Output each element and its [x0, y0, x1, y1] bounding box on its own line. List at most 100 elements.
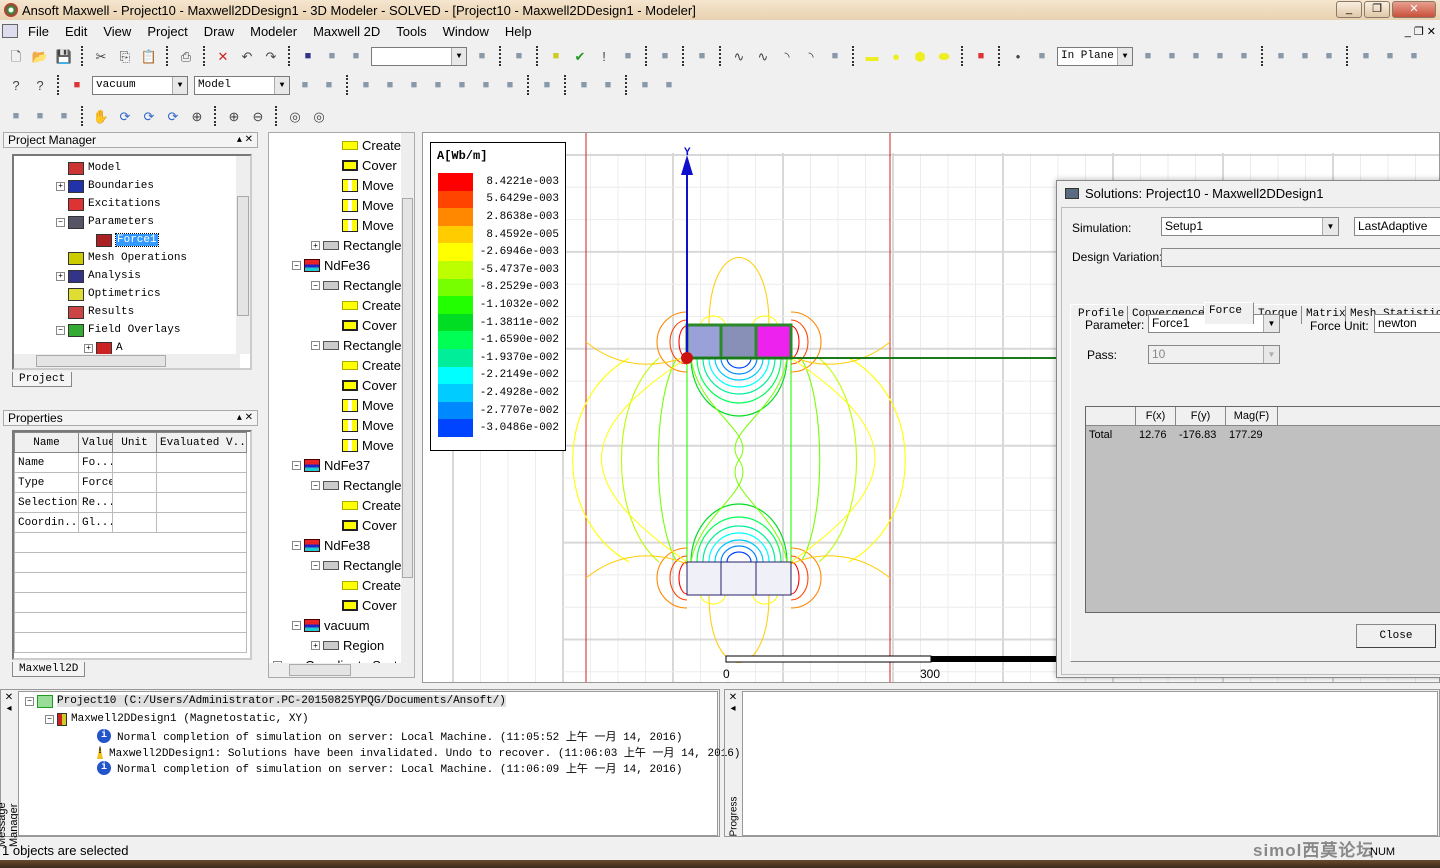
- equation-curve-icon[interactable]: ■: [825, 46, 845, 66]
- tree-item-excitations[interactable]: Excitations: [14, 195, 250, 213]
- panel-controls[interactable]: ▴ ✕: [237, 411, 257, 425]
- history-item-rect[interactable]: − Rectangle: [269, 275, 414, 295]
- help-icon[interactable]: ?: [6, 75, 26, 95]
- magnet-ndfe37[interactable]: [719, 323, 758, 360]
- message-item[interactable]: i Normal completion of simulation on serv…: [19, 728, 717, 744]
- column-header[interactable]: Mag(F): [1226, 407, 1278, 425]
- history-item-rect[interactable]: − Rectangle: [269, 475, 414, 495]
- undo-icon[interactable]: ↶: [237, 46, 257, 66]
- menu-project[interactable]: Project: [139, 24, 195, 39]
- split-icon[interactable]: ■: [1210, 46, 1230, 66]
- solution-select[interactable]: LastAdaptive: [1354, 217, 1440, 236]
- simulation-select[interactable]: Setup1 ▼: [1161, 217, 1339, 236]
- horizontal-scrollbar[interactable]: [14, 354, 240, 368]
- chevron-down-icon[interactable]: ▼: [274, 76, 289, 94]
- rotate-axis-icon[interactable]: ⟳: [139, 106, 159, 126]
- point-icon[interactable]: •: [1008, 46, 1028, 66]
- history-item-move[interactable]: Move: [269, 175, 414, 195]
- unite-icon[interactable]: ■: [1138, 46, 1158, 66]
- show-icon[interactable]: ■: [635, 75, 655, 95]
- show-sel-icon[interactable]: ■: [659, 75, 679, 95]
- close-window-button[interactable]: ✕: [1392, 1, 1436, 18]
- open-icon[interactable]: 📂: [30, 46, 50, 66]
- fields-icon[interactable]: ■: [655, 46, 675, 66]
- design-variation-field[interactable]: [1161, 248, 1440, 267]
- sweep-icon[interactable]: ■: [295, 75, 315, 95]
- history-item-move[interactable]: Move: [269, 395, 414, 415]
- rectangle-icon[interactable]: ▬: [862, 46, 882, 66]
- collapse-icon[interactable]: −: [292, 460, 301, 470]
- save-icon[interactable]: 💾: [54, 46, 74, 66]
- message-item[interactable]: i Normal completion of simulation on serv…: [19, 760, 717, 776]
- column-header[interactable]: Unit: [112, 432, 157, 453]
- grid-icon[interactable]: ■: [428, 75, 448, 95]
- vertical-scrollbar[interactable]: [236, 156, 250, 354]
- snap3-icon[interactable]: ■: [500, 75, 520, 95]
- history-item-create[interactable]: Create: [269, 575, 414, 595]
- close-icon[interactable]: ✕ ◂: [727, 692, 739, 714]
- analyze-icon[interactable]: !: [594, 46, 614, 66]
- history-item-move[interactable]: Move: [269, 195, 414, 215]
- chevron-down-icon[interactable]: ▼: [1263, 315, 1279, 332]
- mirror-icon[interactable]: ■: [1319, 46, 1339, 66]
- chevron-down-icon[interactable]: ▼: [451, 47, 466, 65]
- zoom-icon[interactable]: ⊕: [187, 106, 207, 126]
- duplicate-mirror-icon[interactable]: ■: [1404, 46, 1424, 66]
- message-item[interactable]: ! Maxwell2DDesign1: Solutions have been i…: [19, 744, 741, 760]
- axis-z-icon[interactable]: ■: [404, 75, 424, 95]
- menu-tools[interactable]: Tools: [388, 24, 434, 39]
- document-icon[interactable]: [2, 24, 18, 38]
- collapse-icon[interactable]: −: [292, 540, 301, 550]
- polygon-icon[interactable]: ⬢: [910, 46, 930, 66]
- collapse-icon[interactable]: −: [292, 260, 301, 270]
- hide-sel-icon[interactable]: ■: [598, 75, 618, 95]
- tree-item-results[interactable]: Results: [14, 303, 250, 321]
- rotate-view-icon[interactable]: ⟳: [115, 106, 135, 126]
- subtract-icon[interactable]: ■: [1162, 46, 1182, 66]
- copy-icon[interactable]: ⎘: [115, 46, 135, 66]
- collapse-icon[interactable]: −: [56, 325, 65, 335]
- axis-x-icon[interactable]: ■: [356, 75, 376, 95]
- chevron-down-icon[interactable]: ▼: [1117, 47, 1132, 65]
- solutions-icon[interactable]: ■: [692, 46, 712, 66]
- mdi-controls[interactable]: _ ❐ ✕: [1405, 25, 1436, 38]
- minimize-button[interactable]: _: [1336, 1, 1362, 18]
- rotate-icon[interactable]: ■: [1295, 46, 1315, 66]
- chevron-down-icon[interactable]: ▼: [1322, 218, 1338, 235]
- region-icon[interactable]: ■: [971, 46, 991, 66]
- tree-item-boundaries[interactable]: + Boundaries: [14, 177, 250, 195]
- close-button[interactable]: Close: [1356, 624, 1436, 648]
- move-icon[interactable]: ■: [1271, 46, 1291, 66]
- property-row[interactable]: Coordin... Gl...: [14, 512, 247, 533]
- menu-maxwell-2d[interactable]: Maxwell 2D: [305, 24, 388, 39]
- model-combo[interactable]: Model ▼: [194, 75, 290, 95]
- ellipse-icon[interactable]: ⬬: [934, 46, 954, 66]
- duplicate-rotate-icon[interactable]: ■: [1380, 46, 1400, 66]
- message-design[interactable]: − Maxwell2DDesign1 (Magnetostatic, XY): [19, 710, 717, 728]
- history-item-mat[interactable]: − NdFe38: [269, 535, 414, 555]
- history-item-rect[interactable]: + Rectangle: [269, 235, 414, 255]
- column-header[interactable]: F(x): [1136, 407, 1176, 425]
- snap2-icon[interactable]: ■: [476, 75, 496, 95]
- column-header[interactable]: [1086, 407, 1136, 425]
- connect-icon[interactable]: ■: [346, 46, 366, 66]
- circle-icon[interactable]: ●: [886, 46, 906, 66]
- magnet-ndfe38-selected[interactable]: [754, 323, 793, 360]
- chevron-down-icon[interactable]: ▼: [172, 76, 187, 94]
- plane-icon[interactable]: ■: [1032, 46, 1052, 66]
- column-header[interactable]: Value: [78, 432, 113, 453]
- expand-icon[interactable]: +: [84, 343, 93, 353]
- pan-icon[interactable]: ✋: [91, 106, 111, 126]
- history-item-rect[interactable]: + Region: [269, 635, 414, 655]
- history-item-rect[interactable]: − Rectangle: [269, 335, 414, 355]
- plane-combo[interactable]: In Plane ▼: [1057, 46, 1133, 66]
- history-item-mat[interactable]: − NdFe36: [269, 255, 414, 275]
- arc-icon[interactable]: ◝: [777, 46, 797, 66]
- force-unit-select[interactable]: newton: [1374, 314, 1440, 333]
- column-header[interactable]: Evaluated V...: [156, 432, 247, 453]
- expand-icon[interactable]: +: [56, 181, 65, 191]
- menu-edit[interactable]: Edit: [57, 24, 95, 39]
- collapse-icon[interactable]: −: [292, 620, 301, 630]
- column-header[interactable]: Name: [14, 432, 79, 453]
- history-item-move[interactable]: Move: [269, 215, 414, 235]
